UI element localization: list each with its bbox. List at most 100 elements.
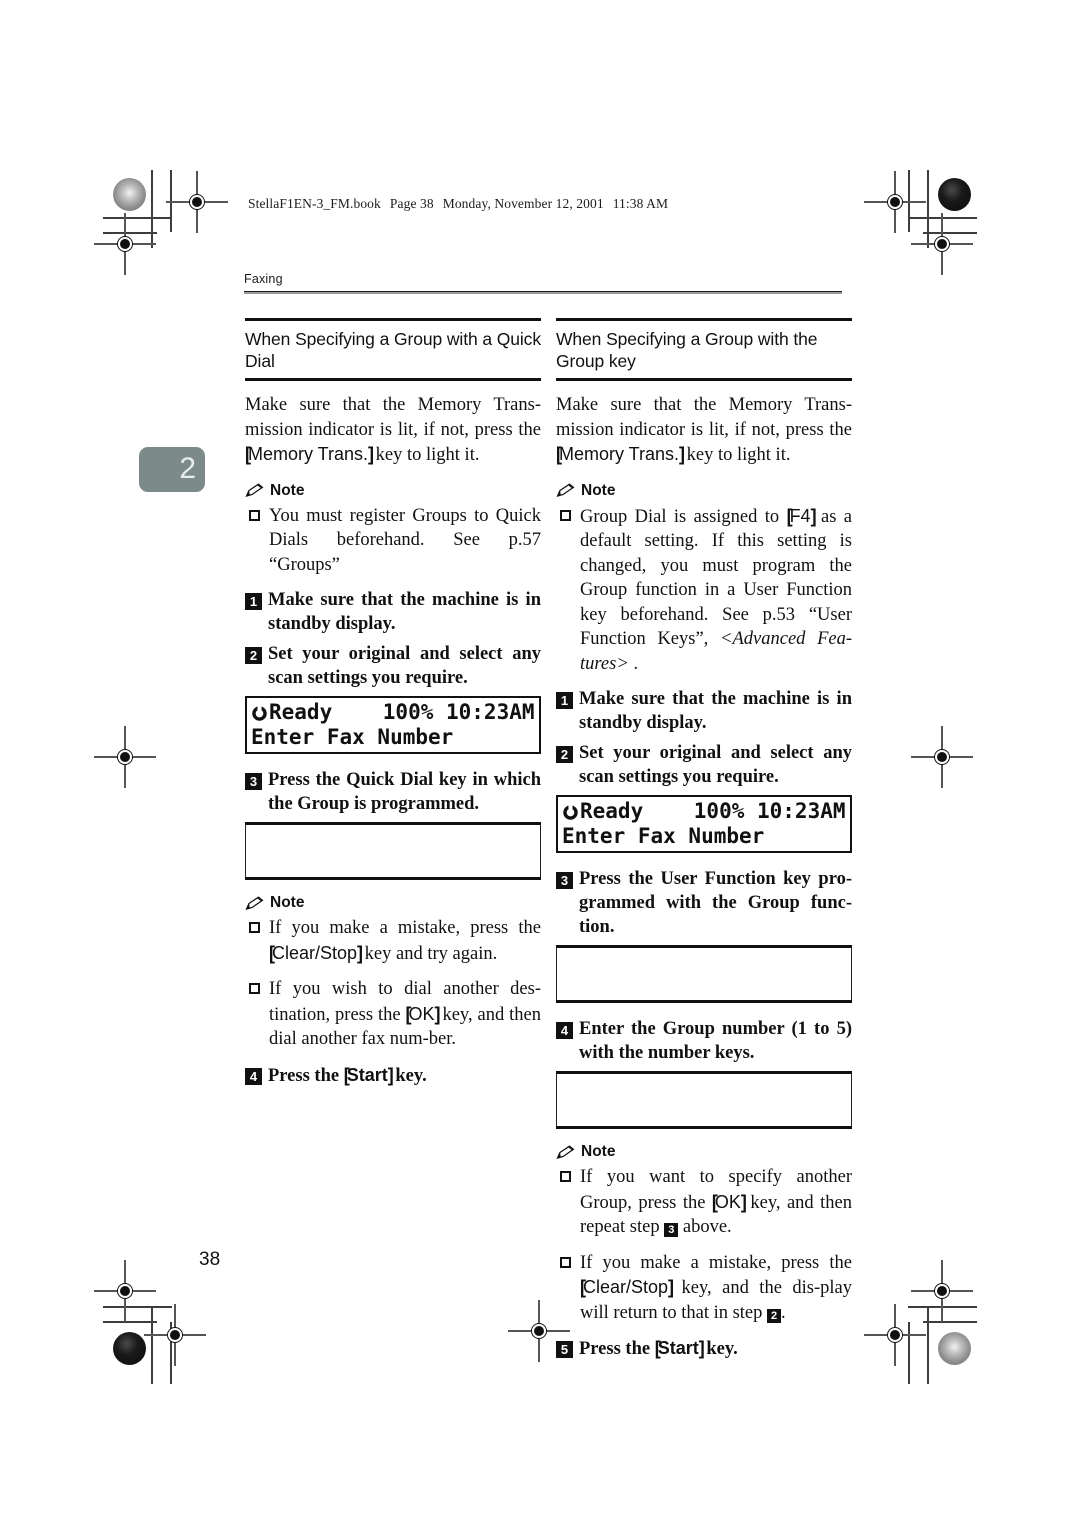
lcd-bottom-rule <box>556 1000 852 1003</box>
section-rule-bottom <box>556 378 852 381</box>
crop-line <box>923 1321 977 1323</box>
file-info-name: StellaF1EN-3_FM.book <box>248 196 381 211</box>
file-info-time: 11:38 AM <box>612 196 669 211</box>
crop-line <box>927 1306 929 1384</box>
right-column: When Specifying a Group with the Group k… <box>556 318 852 1371</box>
note-heading: Note <box>245 894 541 912</box>
step-4: 4 Enter the Group number (1 to 5) with t… <box>556 1017 852 1065</box>
file-info-date: Monday, November 12, 2001 <box>442 196 604 211</box>
lcd-blank-area <box>245 825 541 877</box>
step-text-b: key. <box>390 1065 427 1086</box>
crop-line <box>151 1306 153 1384</box>
pencil-icon <box>556 1144 575 1159</box>
note-label: Note <box>581 481 616 499</box>
section-rule-bottom <box>245 378 541 381</box>
step-text-b: key. <box>701 1339 738 1359</box>
registration-crosshair <box>911 1260 973 1322</box>
note-heading: Note <box>556 482 852 500</box>
section-title-quick-dial: When Specifying a Group with a Quick Dia… <box>245 329 541 371</box>
registration-crosshair <box>94 213 156 275</box>
lcd-display-blank <box>556 945 852 1003</box>
step-text: Set your original and select any scan se… <box>268 644 541 688</box>
step-text: Press the [Start] key. <box>268 1063 541 1088</box>
step-number: 4 <box>556 1022 573 1039</box>
lcd-bottom-rule <box>556 1126 852 1129</box>
clear-stop-key-label: Clear/Stop <box>272 942 358 963</box>
step-1: 1 Make sure that the machine is in stand… <box>245 588 541 636</box>
step-number: 3 <box>245 773 262 790</box>
registration-crosshair <box>864 171 926 233</box>
note-text-b: key and try again. <box>360 943 498 964</box>
ok-key-label: OK <box>714 1191 741 1212</box>
note-heading: Note <box>556 1143 852 1161</box>
clear-stop-key: [Clear/Stop] <box>269 941 363 964</box>
registration-crosshair <box>911 213 973 275</box>
intro-text-a: Make sure that the Memory Trans-mission … <box>556 395 852 440</box>
memory-trans-key: [Memory Trans.] <box>556 443 685 465</box>
section-rule-top <box>245 318 541 321</box>
start-key-label: Start <box>346 1064 388 1085</box>
note-label: Note <box>581 1143 616 1160</box>
step-text-a: Press the <box>268 1065 344 1086</box>
step-number: 4 <box>245 1067 262 1085</box>
note-text-a: If you make a mistake, press the <box>269 918 541 938</box>
f4-key-label: F4 <box>789 505 811 526</box>
solid-dot-mark <box>113 1332 146 1365</box>
note-bullet-square-icon <box>560 1171 571 1182</box>
lcd-line-1: Ready 100% 10:23AM <box>251 700 535 725</box>
note-item-text: If you wish to dial another des-tination… <box>269 977 541 1052</box>
step-3: 3 Press the User Function key pro-gramme… <box>556 867 852 939</box>
intro-text-b: key to light it. <box>682 445 791 465</box>
ok-key-label: OK <box>408 1003 435 1024</box>
clear-stop-key: [Clear/Stop] <box>580 1276 674 1298</box>
clear-stop-key-label: Clear/Stop <box>583 1277 669 1297</box>
step-number: 1 <box>556 692 573 709</box>
lcd-line-2: Enter Fax Number <box>562 824 765 848</box>
lcd-line-1: Ready 100% 10:23AM <box>562 799 846 824</box>
memory-trans-key: [Memory Trans.] <box>245 443 374 465</box>
step-text: Make sure that the machine is in standby… <box>268 590 541 634</box>
note-bullet-square-icon <box>249 922 260 933</box>
note-heading: Note <box>245 482 541 500</box>
lcd-bottom-rule <box>245 877 541 880</box>
registration-crosshair <box>94 726 156 788</box>
intro-paragraph: Make sure that the Memory Trans-mission … <box>245 393 541 468</box>
registration-crosshair <box>94 1260 156 1322</box>
note-item: If you wish to dial another des-tination… <box>245 977 541 1052</box>
crop-line <box>151 170 153 248</box>
pencil-icon <box>556 483 575 498</box>
pencil-icon <box>245 895 264 910</box>
step-number: 2 <box>245 647 262 664</box>
memory-trans-key-label: Memory Trans. <box>248 444 369 464</box>
running-head: Faxing <box>244 272 283 286</box>
lcd-display-blank <box>556 1071 852 1129</box>
halftone-dot-mark <box>113 178 146 211</box>
chapter-tab: 2 <box>139 447 205 492</box>
note-text-a: If you make a mistake, press the <box>580 1252 852 1273</box>
solid-dot-mark <box>938 178 971 211</box>
lcd-display-standby: Ready 100% 10:23AM Enter Fax Number <box>556 795 852 853</box>
memory-trans-key-label: Memory Trans. <box>559 444 680 464</box>
start-key-label: Start <box>657 1338 699 1358</box>
crop-line <box>103 1306 172 1308</box>
lcd-line-2: Enter Fax Number <box>251 725 454 749</box>
step-text: Press the Quick Dial key in which the Gr… <box>268 770 541 814</box>
lcd-display-standby: Ready 100% 10:23AM Enter Fax Number <box>245 696 541 754</box>
registration-crosshair <box>508 1300 570 1362</box>
lcd-blank-area <box>556 948 852 1000</box>
chapter-tab-number: 2 <box>179 452 196 485</box>
file-info-page: Page 38 <box>389 196 434 211</box>
page-number: 38 <box>199 1249 221 1270</box>
f4-key: [F4] <box>786 504 817 527</box>
step-number: 1 <box>245 593 262 610</box>
step-text: Press the User Function key pro-grammed … <box>579 869 852 937</box>
step-text-a: Press the <box>579 1339 655 1359</box>
step-text: Enter the Group number (1 to 5) with the… <box>579 1019 852 1063</box>
halftone-dot-mark <box>938 1332 971 1365</box>
start-key: [Start] <box>654 1337 705 1359</box>
note-text-c: . <box>781 1302 786 1323</box>
note-text-a: Group Dial is assigned to <box>580 506 787 527</box>
note-label: Note <box>270 481 305 499</box>
note-item-text: If you make a mistake, press the [Clear/… <box>580 1251 852 1326</box>
registration-crosshair <box>864 1304 926 1366</box>
